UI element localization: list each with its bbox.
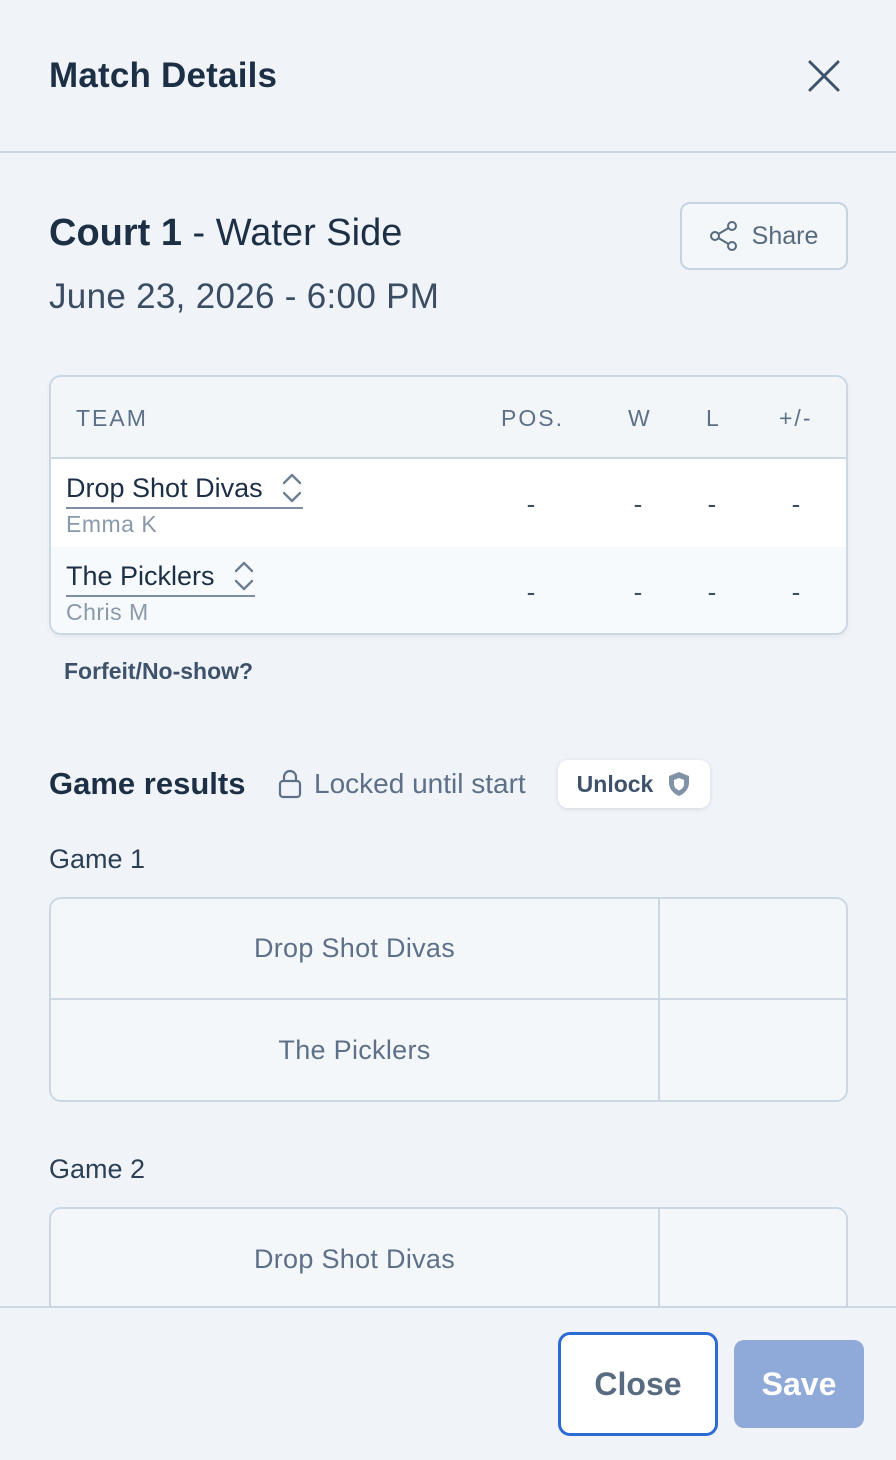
forfeit-link[interactable]: Forfeit/No-show? [64,658,253,685]
game-label: Game 1 [49,844,146,874]
standings-table: TEAM POS. W L +/- Drop Shot Divas Emma K… [49,375,848,635]
cell-w: - [633,577,643,607]
share-button[interactable]: Share [680,202,848,270]
column-header-pos: POS. [501,405,564,431]
game-row: Drop Shot Divas [51,899,846,1000]
score-input[interactable] [658,1000,846,1100]
table-row: Drop Shot Divas Emma K - - - - [51,459,846,547]
modal-header: Match Details [0,0,896,153]
column-header-diff: +/- [779,405,813,431]
game-row: Drop Shot Divas [51,1209,846,1310]
team-captain: Emma K [66,511,158,537]
score-input[interactable] [658,1209,846,1310]
game-team-name: Drop Shot Divas [253,1244,456,1274]
cell-l: - [707,577,717,607]
court-location: Water Side [215,212,403,254]
lock-icon [278,769,302,799]
court-heading: Court 1 - Water Side [49,212,402,255]
team-select[interactable]: The Picklers [66,557,255,597]
shield-icon [667,771,691,797]
cell-diff: - [791,489,801,519]
game-team-name: The Picklers [278,1035,431,1065]
column-header-l: L [706,405,721,431]
cell-pos: - [526,577,536,607]
cell-w: - [633,489,643,519]
game-label: Game 2 [49,1154,146,1184]
game-results-title: Game results [49,766,246,801]
court-name: Court 1 [49,212,182,254]
cell-pos: - [526,489,536,519]
game-row: The Picklers [51,1000,846,1100]
team-name: The Picklers [66,560,215,591]
share-icon [709,221,738,251]
cell-diff: - [791,577,801,607]
cell-l: - [707,489,717,519]
close-icon[interactable] [806,58,842,94]
score-input[interactable] [658,899,846,998]
team-captain: Chris M [66,599,149,625]
share-label: Share [751,221,819,250]
unlock-label: Unlock [576,770,654,797]
column-header-w: W [628,405,652,431]
save-button[interactable]: Save [734,1340,864,1428]
column-header-team: TEAM [76,405,148,431]
unlock-button[interactable]: Unlock [558,760,710,808]
table-row: The Picklers Chris M - - - - [51,547,846,633]
game-score-table: Drop Shot Divas The Picklers [49,897,848,1102]
team-name: Drop Shot Divas [66,472,263,503]
locked-status: Locked until start [278,768,526,800]
match-datetime: June 23, 2026 - 6:00 PM [49,277,440,316]
team-select[interactable]: Drop Shot Divas [66,469,303,509]
game-team-name: Drop Shot Divas [253,933,456,963]
court-separator: - [182,212,216,254]
close-button[interactable]: Close [558,1332,718,1436]
table-header: TEAM POS. W L +/- [51,377,846,459]
modal-title: Match Details [49,56,278,95]
locked-text: Locked until start [314,768,526,799]
chevron-up-down-icon [233,559,255,593]
chevron-up-down-icon [281,471,303,505]
